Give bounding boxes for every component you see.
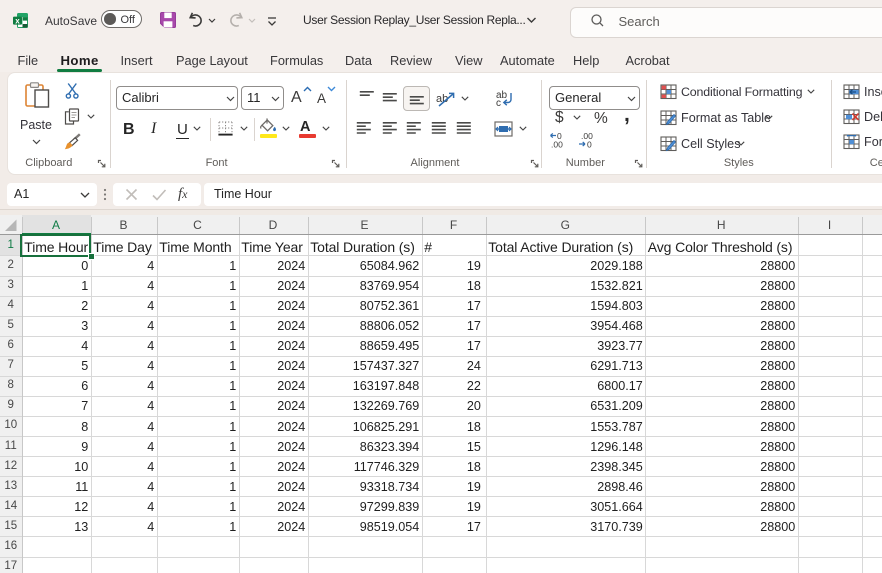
svg-text:.00: .00 [551,140,563,150]
svg-text:x: x [15,16,20,25]
svg-text:0: 0 [587,140,592,150]
svg-text:c: c [496,98,501,109]
